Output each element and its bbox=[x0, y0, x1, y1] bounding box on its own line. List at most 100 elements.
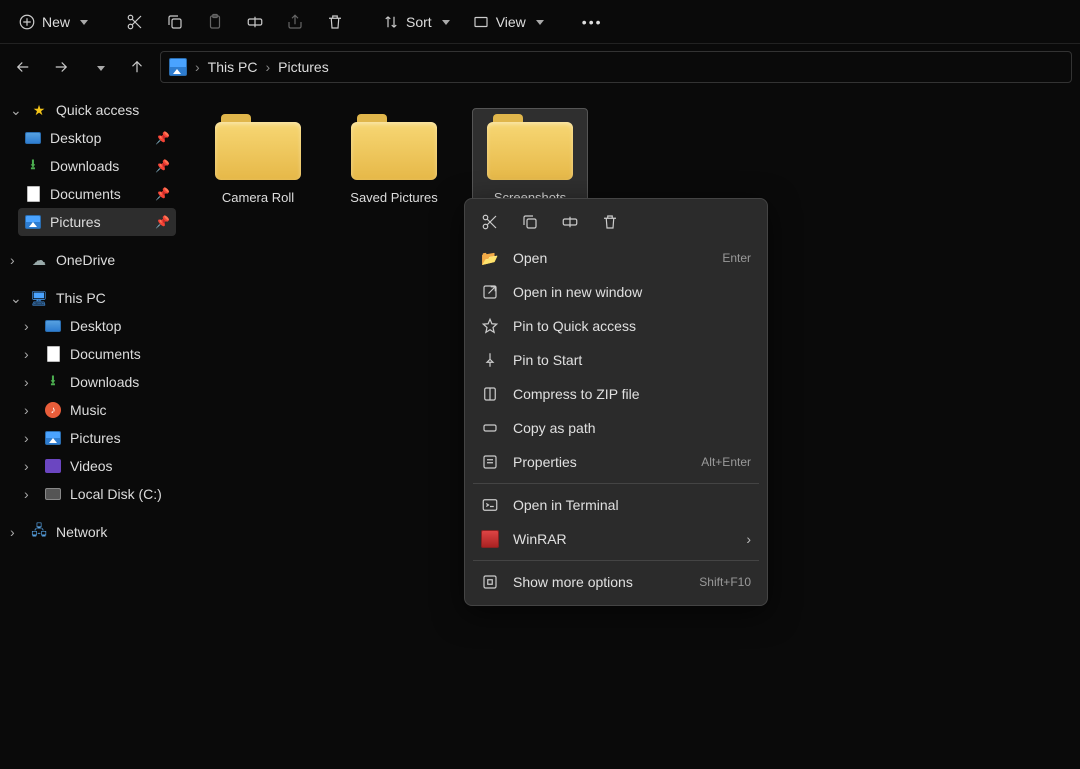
properties-icon bbox=[481, 453, 499, 471]
share-icon bbox=[286, 13, 304, 31]
cut-button[interactable] bbox=[481, 213, 499, 231]
folder-icon bbox=[215, 114, 301, 180]
sidebar-item-downloads[interactable]: ⭳ Downloads 📌 bbox=[18, 152, 176, 180]
sidebar-item-pc-videos[interactable]: › Videos bbox=[18, 452, 176, 480]
sidebar-item-pictures[interactable]: Pictures 📌 bbox=[18, 208, 176, 236]
path-icon bbox=[481, 419, 499, 437]
folder-item[interactable]: Camera Roll bbox=[200, 108, 316, 211]
toolbar: New Sort View ••• bbox=[0, 0, 1080, 44]
desktop-icon bbox=[44, 317, 62, 335]
ctx-copy-path[interactable]: Copy as path bbox=[465, 411, 767, 445]
more-button[interactable]: ••• bbox=[574, 10, 611, 34]
pin-icon bbox=[481, 351, 499, 369]
sidebar-item-quickaccess[interactable]: ⌄ ★ Quick access bbox=[4, 96, 176, 124]
plus-circle-icon bbox=[18, 13, 36, 31]
rename-button[interactable] bbox=[561, 213, 579, 231]
folder-item[interactable]: Saved Pictures bbox=[336, 108, 452, 211]
sidebar-item-onedrive[interactable]: › ☁ OneDrive bbox=[4, 246, 176, 274]
delete-button[interactable] bbox=[601, 213, 619, 231]
share-button[interactable] bbox=[278, 9, 312, 35]
ctx-open[interactable]: 📂 Open Enter bbox=[465, 241, 767, 275]
breadcrumb-current[interactable]: Pictures bbox=[278, 59, 329, 75]
recent-dropdown[interactable] bbox=[84, 52, 114, 82]
sidebar-item-thispc[interactable]: ⌄ 🖥 This PC bbox=[4, 284, 176, 312]
ctx-label: Compress to ZIP file bbox=[513, 386, 640, 402]
sidebar-label: Downloads bbox=[70, 374, 139, 390]
ctx-pin-start[interactable]: Pin to Start bbox=[465, 343, 767, 377]
document-icon bbox=[44, 345, 62, 363]
ctx-shortcut: Alt+Enter bbox=[701, 455, 751, 469]
ctx-open-new-window[interactable]: Open in new window bbox=[465, 275, 767, 309]
ctx-show-more-options[interactable]: Show more options Shift+F10 bbox=[465, 565, 767, 599]
context-menu: 📂 Open Enter Open in new window Pin to Q… bbox=[464, 198, 768, 606]
sidebar-item-pc-documents[interactable]: › Documents bbox=[18, 340, 176, 368]
clipboard-icon bbox=[206, 13, 224, 31]
music-icon: ♪ bbox=[44, 401, 62, 419]
new-button[interactable]: New bbox=[10, 9, 96, 35]
rename-button[interactable] bbox=[238, 9, 272, 35]
delete-button[interactable] bbox=[318, 9, 352, 35]
folder-label: Camera Roll bbox=[206, 190, 310, 205]
sidebar-item-network[interactable]: › 🖧 Network bbox=[4, 518, 176, 546]
sidebar-item-pc-music[interactable]: › ♪ Music bbox=[18, 396, 176, 424]
sidebar-label: Pictures bbox=[70, 430, 121, 446]
forward-button[interactable] bbox=[46, 52, 76, 82]
sidebar-label: Desktop bbox=[70, 318, 121, 334]
sidebar-item-pc-desktop[interactable]: › Desktop bbox=[18, 312, 176, 340]
copy-button[interactable] bbox=[158, 9, 192, 35]
rename-icon bbox=[561, 213, 579, 231]
cloud-icon: ☁ bbox=[30, 251, 48, 269]
ctx-properties[interactable]: Properties Alt+Enter bbox=[465, 445, 767, 479]
star-icon: ★ bbox=[30, 101, 48, 119]
view-button[interactable]: View bbox=[464, 9, 552, 35]
sort-button[interactable]: Sort bbox=[374, 9, 458, 35]
separator bbox=[473, 483, 759, 484]
separator bbox=[473, 560, 759, 561]
sidebar-item-documents[interactable]: Documents 📌 bbox=[18, 180, 176, 208]
scissors-icon bbox=[481, 213, 499, 231]
paste-button[interactable] bbox=[198, 9, 232, 35]
cut-button[interactable] bbox=[118, 9, 152, 35]
chevron-down-icon: ⌄ bbox=[10, 290, 22, 307]
sidebar-item-pc-pictures[interactable]: › Pictures bbox=[18, 424, 176, 452]
sidebar-label: Desktop bbox=[50, 130, 101, 146]
chevron-down-icon: ⌄ bbox=[10, 102, 22, 119]
sidebar-item-pc-downloads[interactable]: › ⭳ Downloads bbox=[18, 368, 176, 396]
ctx-open-terminal[interactable]: Open in Terminal bbox=[465, 488, 767, 522]
chevron-down-icon bbox=[93, 59, 105, 75]
folder-item[interactable]: Screenshots bbox=[472, 108, 588, 211]
monitor-icon: 🖥 bbox=[30, 289, 48, 307]
up-button[interactable] bbox=[122, 52, 152, 82]
sidebar: ⌄ ★ Quick access Desktop 📌 ⭳ Downloads 📌… bbox=[0, 90, 180, 769]
copy-icon bbox=[521, 213, 539, 231]
desktop-icon bbox=[24, 129, 42, 147]
star-icon bbox=[481, 317, 499, 335]
trash-icon bbox=[601, 213, 619, 231]
sidebar-item-desktop[interactable]: Desktop 📌 bbox=[18, 124, 176, 152]
chevron-right-icon: › bbox=[746, 531, 751, 547]
back-button[interactable] bbox=[8, 52, 38, 82]
arrow-up-icon bbox=[128, 58, 146, 76]
pin-icon: 📌 bbox=[155, 131, 170, 145]
copy-button[interactable] bbox=[521, 213, 539, 231]
ctx-shortcut: Enter bbox=[722, 251, 751, 265]
pictures-icon bbox=[44, 429, 62, 447]
chevron-right-icon: › bbox=[24, 430, 36, 446]
copy-icon bbox=[166, 13, 184, 31]
ctx-compress-zip[interactable]: Compress to ZIP file bbox=[465, 377, 767, 411]
document-icon bbox=[24, 185, 42, 203]
sidebar-label: Downloads bbox=[50, 158, 119, 174]
sort-icon bbox=[382, 13, 400, 31]
ctx-winrar[interactable]: WinRAR › bbox=[465, 522, 767, 556]
ctx-label: WinRAR bbox=[513, 531, 567, 547]
breadcrumb-root[interactable]: This PC bbox=[208, 59, 258, 75]
ctx-pin-quickaccess[interactable]: Pin to Quick access bbox=[465, 309, 767, 343]
chevron-right-icon: › bbox=[265, 59, 270, 75]
trash-icon bbox=[326, 13, 344, 31]
chevron-right-icon: › bbox=[24, 458, 36, 474]
breadcrumb-bar[interactable]: › This PC › Pictures bbox=[160, 51, 1072, 83]
sidebar-item-pc-localdisk[interactable]: › Local Disk (C:) bbox=[18, 480, 176, 508]
sidebar-label: Pictures bbox=[50, 214, 101, 230]
ctx-label: Copy as path bbox=[513, 420, 596, 436]
download-icon: ⭳ bbox=[24, 157, 42, 175]
